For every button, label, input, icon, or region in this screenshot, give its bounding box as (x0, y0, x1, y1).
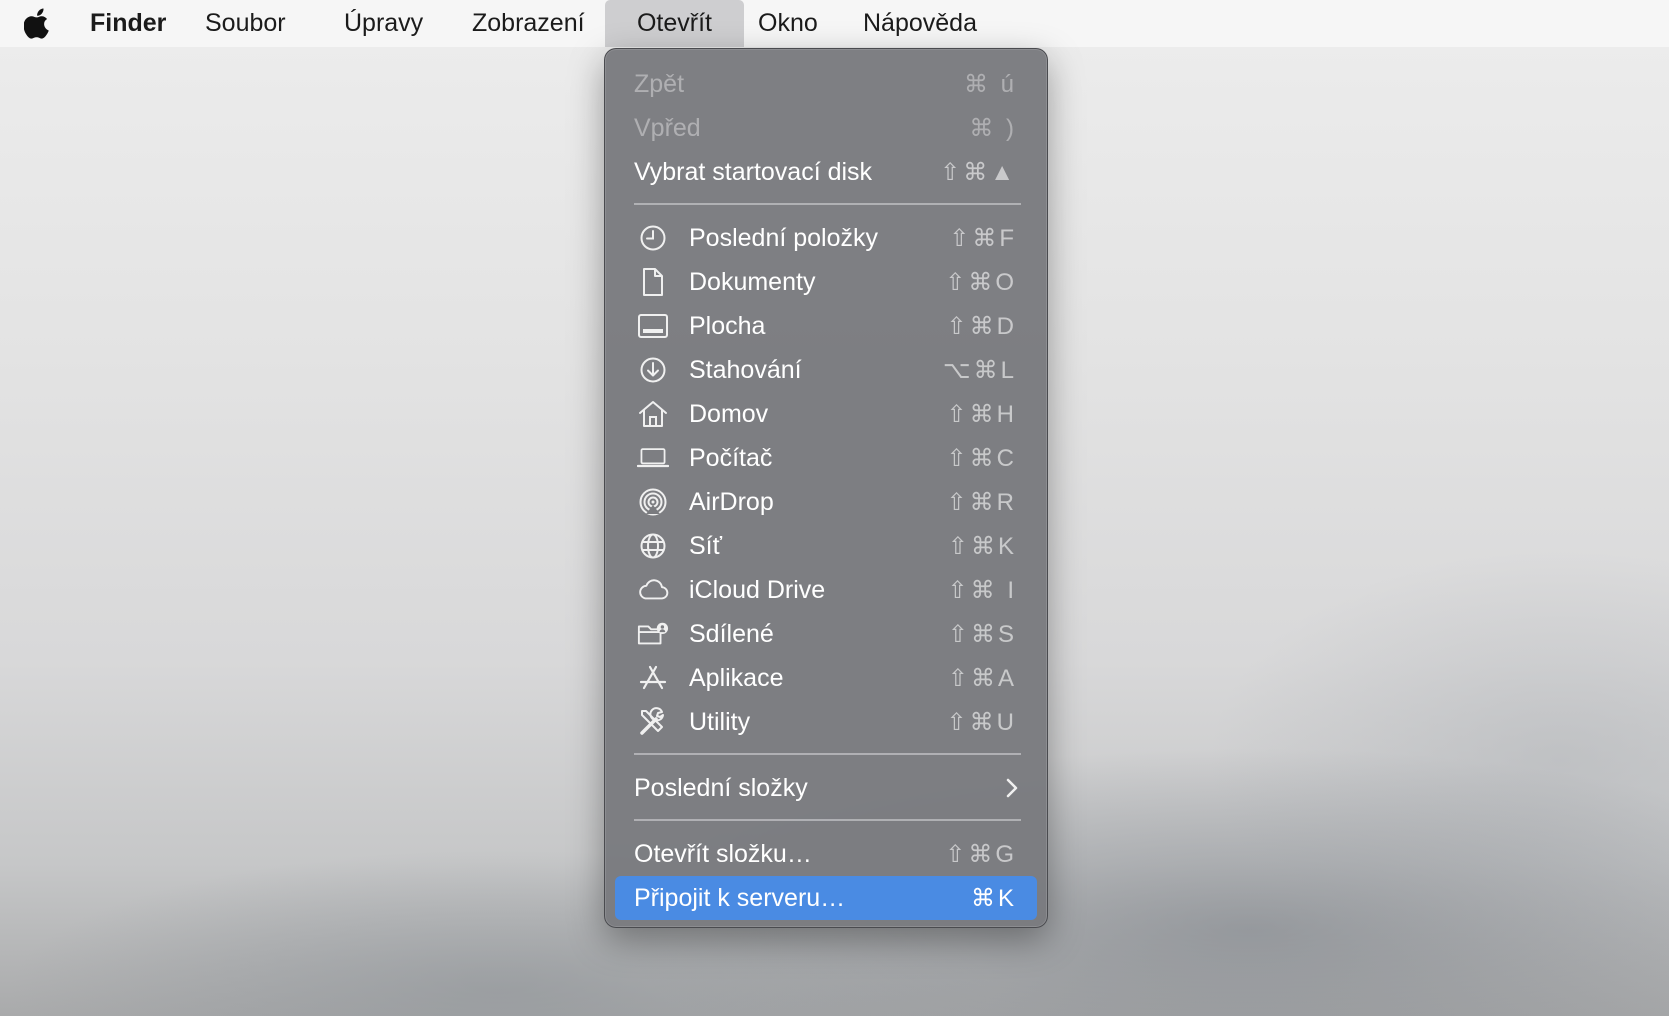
clock-icon (637, 223, 669, 253)
menubar-app-name[interactable]: Finder (77, 0, 179, 47)
menu-item-label: Síť (689, 531, 722, 560)
menu-item-shortcut: ⇧⌘H (946, 400, 1017, 428)
go-menu-dropdown: Zpět ⌘ ú Vpřed ⌘ ) Vybrat startovací dis… (604, 48, 1048, 928)
menu-item-back[interactable]: Zpět ⌘ ú (615, 62, 1037, 106)
menu-item-airdrop[interactable]: AirDrop ⇧⌘R (615, 480, 1037, 524)
globe-icon (637, 531, 669, 561)
menu-item-label: Stahování (689, 355, 802, 384)
menu-item-connect-to-server[interactable]: Připojit k serveru… ⌘K (615, 876, 1037, 920)
menu-item-shortcut: ⇧⌘O (945, 268, 1017, 296)
menu-item-icloud-drive[interactable]: iCloud Drive ⇧⌘ I (615, 568, 1037, 612)
chevron-right-icon (1005, 777, 1019, 799)
menu-item-utilities[interactable]: Utility ⇧⌘U (615, 700, 1037, 744)
document-icon (637, 267, 669, 297)
menu-bar: Finder Soubor Úpravy Zobrazení Otevřít O… (0, 0, 1669, 47)
menu-item-shortcut: ⇧⌘S (947, 620, 1017, 648)
menu-item-shortcut: ⌘K (970, 884, 1017, 912)
apple-logo-icon[interactable] (22, 7, 54, 39)
menubar-item-okno[interactable]: Okno (745, 0, 831, 47)
menu-separator (634, 203, 1021, 205)
menu-item-recents[interactable]: Poslední položky ⇧⌘F (615, 216, 1037, 260)
menu-item-label: Utility (689, 707, 751, 736)
menu-item-shortcut: ⌘ ú (963, 70, 1017, 98)
menu-item-label: Domov (689, 399, 769, 428)
menu-item-label: Zpět (634, 69, 685, 98)
menubar-item-otevrit[interactable]: Otevřít (605, 0, 744, 47)
download-icon (637, 355, 669, 385)
menu-item-downloads[interactable]: Stahování ⌥⌘L (615, 348, 1037, 392)
menu-item-shortcut: ⌥⌘L (942, 356, 1017, 384)
menu-item-shortcut: ⇧⌘D (946, 312, 1017, 340)
menu-item-label: Připojit k serveru… (634, 883, 846, 912)
menu-item-label: Sdílené (689, 619, 774, 648)
menu-item-label: Vpřed (634, 113, 701, 142)
menu-item-label: Poslední položky (689, 223, 879, 252)
menu-item-shortcut: ⇧⌘ I (947, 576, 1017, 604)
menu-item-recent-folders[interactable]: Poslední složky (615, 766, 1037, 810)
menu-item-startup-disk[interactable]: Vybrat startovací disk ⇧⌘▲ (615, 150, 1037, 194)
menu-item-go-to-folder[interactable]: Otevřít složku… ⇧⌘G (615, 832, 1037, 876)
home-icon (637, 399, 669, 429)
menu-separator (634, 753, 1021, 755)
menu-item-network[interactable]: Síť ⇧⌘K (615, 524, 1037, 568)
menu-item-shortcut: ⇧⌘▲ (940, 158, 1017, 186)
menu-item-label: Aplikace (689, 663, 784, 692)
laptop-icon (637, 443, 669, 473)
desktop-icon (637, 311, 669, 341)
utilities-icon (637, 707, 669, 737)
menu-item-label: Plocha (689, 311, 766, 340)
menubar-item-upravy[interactable]: Úpravy (331, 0, 436, 47)
menu-item-desktop[interactable]: Plocha ⇧⌘D (615, 304, 1037, 348)
menu-item-label: Dokumenty (689, 267, 816, 296)
menu-item-label: Poslední složky (634, 773, 808, 802)
menubar-item-napoveda[interactable]: Nápověda (850, 0, 990, 47)
menu-item-shortcut: ⇧⌘A (947, 664, 1017, 692)
menu-separator (634, 819, 1021, 821)
menubar-item-soubor[interactable]: Soubor (192, 0, 299, 47)
menubar-item-zobrazeni[interactable]: Zobrazení (459, 0, 598, 47)
menu-item-shortcut: ⌘ ) (969, 114, 1017, 142)
shared-folder-icon (637, 619, 669, 649)
applications-icon (637, 663, 669, 693)
menu-item-shortcut: ⇧⌘K (947, 532, 1017, 560)
menu-item-label: Vybrat startovací disk (634, 157, 873, 186)
menu-item-home[interactable]: Domov ⇧⌘H (615, 392, 1037, 436)
menu-item-label: Počítač (689, 443, 773, 472)
menu-item-shortcut: ⇧⌘F (949, 224, 1017, 252)
menu-item-documents[interactable]: Dokumenty ⇧⌘O (615, 260, 1037, 304)
menu-item-computer[interactable]: Počítač ⇧⌘C (615, 436, 1037, 480)
menu-item-label: iCloud Drive (689, 575, 826, 604)
menu-item-shortcut: ⇧⌘C (946, 444, 1017, 472)
menu-item-label: Otevřít složku… (634, 839, 812, 868)
cloud-icon (637, 575, 669, 605)
menu-item-label: AirDrop (689, 487, 774, 516)
menu-item-shortcut: ⇧⌘G (945, 840, 1017, 868)
airdrop-icon (637, 487, 669, 517)
menu-item-shortcut: ⇧⌘U (946, 708, 1017, 736)
menu-item-shared[interactable]: Sdílené ⇧⌘S (615, 612, 1037, 656)
menu-item-applications[interactable]: Aplikace ⇧⌘A (615, 656, 1037, 700)
menu-item-forward[interactable]: Vpřed ⌘ ) (615, 106, 1037, 150)
menu-item-shortcut: ⇧⌘R (946, 488, 1017, 516)
